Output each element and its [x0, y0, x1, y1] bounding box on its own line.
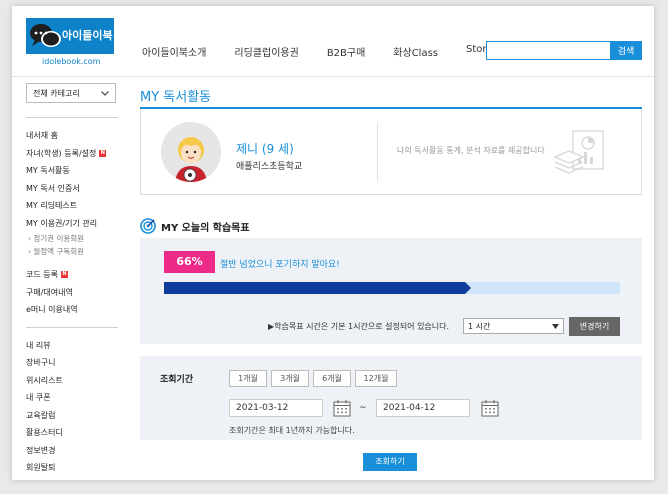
page: 아이들이북 idolebook.com 아이들이북소개 리딩클럽이용권 B2B구…	[12, 6, 654, 480]
period-label: 조회기간	[160, 375, 194, 385]
sidebar-item-label: e머니 이용내역	[26, 305, 78, 314]
goal-time-value: 1 시간	[468, 321, 491, 331]
period-6-months-button[interactable]: 6개월	[313, 370, 351, 387]
date-separator: ~	[359, 403, 367, 413]
sidebar-item-coupons[interactable]: 내 쿠폰	[26, 389, 118, 407]
search-button[interactable]: 검색	[610, 41, 642, 60]
sidebar-item-code-register[interactable]: 코드 등록 N	[26, 266, 118, 284]
end-date-input[interactable]: 2021-04-12	[376, 399, 470, 417]
sidebar-item-label: MY 독서 인증서	[26, 183, 80, 193]
change-goal-button[interactable]: 변경하기	[569, 317, 620, 336]
sidebar-item-child-settings[interactable]: 자녀(학생) 등록/설정 N	[26, 145, 118, 163]
nav-b2b[interactable]: B2B구매	[327, 44, 365, 59]
sidebar-group-library: 내서재 홈 자녀(학생) 등록/설정 N MY 독서활동 MY 독서 인증서 MY…	[26, 117, 118, 319]
inquiry-button[interactable]: 조회하기	[363, 453, 417, 471]
progress-bar-fill	[164, 282, 465, 294]
sidebar-item-library-home[interactable]: 내서재 홈	[26, 127, 118, 145]
nav-video-class[interactable]: 화상Class	[393, 44, 438, 59]
sidebar-item-label: MY 독서활동	[26, 166, 70, 175]
period-note: 조회기간은 최대 1년까지 가능합니다.	[229, 426, 355, 435]
sidebar-item-reviews[interactable]: 내 리뷰	[26, 337, 118, 355]
sidebar-item-certificate[interactable]: MY 독서 인증서	[26, 180, 118, 198]
sidebar: 전체 카테고리 내서재 홈 자녀(학생) 등록/설정 N MY 독서활동 MY 독…	[26, 83, 118, 477]
nav-reading-club[interactable]: 리딩클럽이용권	[234, 44, 298, 59]
calendar-icon[interactable]	[333, 399, 351, 417]
sidebar-item-label: 자녀(학생) 등록/설정	[26, 148, 97, 158]
search-bar: 검색	[486, 41, 642, 60]
sidebar-item-pass-device[interactable]: MY 이용권/기기 관리	[26, 215, 118, 233]
sidebar-item-label: MY 리딩테스트	[26, 201, 78, 210]
profile-divider	[377, 123, 378, 181]
logo-box: 아이들이북	[26, 18, 114, 54]
site-logo[interactable]: 아이들이북 idolebook.com	[26, 18, 114, 68]
sidebar-item-study[interactable]: 활용스터디	[26, 424, 118, 442]
progress-percent-badge: 66%	[164, 251, 215, 273]
start-date-input[interactable]: 2021-03-12	[229, 399, 323, 417]
sidebar-item-cart[interactable]: 장바구니	[26, 354, 118, 372]
calendar-icon[interactable]	[481, 399, 499, 417]
chat-bubbles-icon	[30, 24, 61, 47]
sidebar-item-label: MY 이용권/기기 관리	[26, 218, 98, 228]
page-title: MY 독서활동	[140, 90, 212, 105]
logo-text: 아이들이북	[62, 29, 113, 42]
sidebar-subitem-regular-pass[interactable]: › 정기권 이용회원	[26, 232, 118, 245]
search-input[interactable]	[486, 41, 610, 60]
period-1-month-button[interactable]: 1개월	[229, 370, 267, 387]
sidebar-group-account: 내 리뷰 장바구니 위시리스트 내 쿠폰 교육칼럼 활용스터디 정보변경 회원탈…	[26, 326, 118, 477]
goal-title: MY 오늘의 학습목표	[161, 222, 250, 234]
logo-url: idolebook.com	[42, 57, 101, 66]
goal-header: MY 오늘의 학습목표	[140, 218, 250, 234]
child-avatar-icon	[161, 122, 221, 182]
sidebar-item-wishlist[interactable]: 위시리스트	[26, 372, 118, 390]
header-divider	[12, 76, 654, 77]
period-12-months-button[interactable]: 12개월	[355, 370, 397, 387]
sidebar-item-label: 내서재 홈	[26, 131, 58, 140]
target-icon	[140, 218, 156, 234]
new-badge: N	[99, 149, 107, 157]
chevron-down-icon	[101, 90, 109, 96]
profile-school: 애플리스초등학교	[236, 162, 303, 172]
sidebar-item-purchase-history[interactable]: 구매/대여내역	[26, 284, 118, 302]
goal-time-note: ▶학습목표 시간은 기본 1시간으로 설정되어 있습니다.	[268, 322, 450, 331]
avatar	[161, 122, 221, 182]
new-badge: N	[60, 271, 68, 279]
sidebar-item-label: 구매/대여내역	[26, 287, 73, 297]
statistics-report-icon	[553, 130, 604, 174]
nav-about[interactable]: 아이들이북소개	[142, 44, 206, 59]
category-select[interactable]: 전체 카테고리	[26, 83, 116, 103]
sidebar-item-label: 코드 등록	[26, 270, 58, 279]
sidebar-item-reading-activity[interactable]: MY 독서활동	[26, 162, 118, 180]
category-select-value: 전체 카테고리	[33, 88, 80, 98]
period-3-months-button[interactable]: 3개월	[271, 370, 309, 387]
sidebar-item-reading-test[interactable]: MY 리딩테스트	[26, 197, 118, 215]
sidebar-item-edu-column[interactable]: 교육칼럼	[26, 407, 118, 425]
sidebar-item-withdraw[interactable]: 회원탈퇴	[26, 459, 118, 477]
profile-name: 제니 (9 세)	[236, 142, 294, 156]
period-panel: 조회기간 1개월 3개월 6개월 12개월 2021-03-12 ~ 2021-…	[140, 356, 642, 440]
progress-tip-icon	[465, 282, 471, 294]
profile-description: 나의 독서활동 통계, 분석 자료를 제공합니다	[397, 146, 545, 155]
goal-time-select[interactable]: 1 시간	[463, 318, 564, 334]
top-navigation: 아이들이북소개 리딩클럽이용권 B2B구매 화상Class Store	[142, 44, 520, 59]
goal-message: 절반 넘었으니 포기하지 말아요!	[220, 260, 340, 270]
sidebar-subitem-monthly-sub[interactable]: › 월정액 구독회원	[26, 245, 118, 258]
sidebar-item-emoney-history[interactable]: e머니 이용내역	[26, 301, 118, 319]
sidebar-item-edit-info[interactable]: 정보변경	[26, 442, 118, 460]
progress-bar	[164, 282, 620, 294]
profile-card: 제니 (9 세) 애플리스초등학교 나의 독서활동 통계, 분석 자료를 제공합…	[140, 109, 642, 195]
goal-panel: 66% 절반 넘었으니 포기하지 말아요! ▶학습목표 시간은 기본 1시간으로…	[140, 238, 642, 344]
chevron-down-icon	[552, 323, 559, 329]
